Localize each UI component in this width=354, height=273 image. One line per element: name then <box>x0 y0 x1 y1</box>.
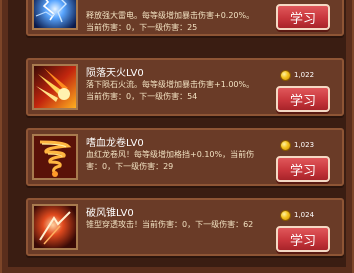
blood-tornado-icon <box>32 134 78 180</box>
cost-display: 1,022 <box>280 68 314 82</box>
learn-button[interactable]: 学习 <box>276 226 330 252</box>
skill-title: 嗜血龙卷LV0 <box>86 138 144 149</box>
lightning-icon <box>32 0 78 30</box>
skill-card-wind-cone: 破风锥LV0 锥型穿透攻击！当前伤害：0，下一级伤害：62 1,024 学习 <box>26 198 344 256</box>
skill-description: 锥型穿透攻击！当前伤害：0，下一级伤害：62 <box>86 220 254 229</box>
skill-list[interactable]: 释放强大雷电。每等级增加暴击伤害+0.20%。当前伤害：0，下一级伤害：25 学… <box>16 0 354 267</box>
cost-display: 1,024 <box>280 208 314 222</box>
skill-description: 释放强大雷电。每等级增加暴击伤害+0.20%。当前伤害：0，下一级伤害：25 <box>86 11 255 32</box>
learn-button[interactable]: 学习 <box>276 4 330 30</box>
skill-title: 破风锥LV0 <box>86 208 134 219</box>
skill-panel-frame: 释放强大雷电。每等级增加暴击伤害+0.20%。当前伤害：0，下一级伤害：25 学… <box>0 0 354 273</box>
wind-cone-icon <box>32 204 78 250</box>
learn-button[interactable]: 学习 <box>276 156 330 182</box>
cost-value: 1,023 <box>294 141 315 149</box>
gold-coin-icon <box>280 69 291 81</box>
gold-coin-icon <box>280 139 291 151</box>
skill-description: 落下陨石火流。每等级增加暴击伤害+1.00%。当前伤害：0，下一级伤害：54 <box>86 80 255 101</box>
skill-card-lightning: 释放强大雷电。每等级增加暴击伤害+0.20%。当前伤害：0，下一级伤害：25 学… <box>26 0 344 36</box>
fire-meteor-icon <box>32 64 78 110</box>
skill-title: 陨落天火LV0 <box>86 68 144 79</box>
skill-card-blood-tornado: 嗜血龙卷LV0 血红龙卷风！每等级增加格挡+0.10%，当前伤害：0，下一级伤害… <box>26 128 344 186</box>
skill-card-fire-meteor: 陨落天火LV0 落下陨石火流。每等级增加暴击伤害+1.00%。当前伤害：0，下一… <box>26 58 344 116</box>
cost-value: 1,022 <box>294 71 315 79</box>
skill-description: 血红龙卷风！每等级增加格挡+0.10%，当前伤害：0，下一级伤害：29 <box>86 150 255 171</box>
cost-value: 1,024 <box>294 211 315 219</box>
gold-coin-icon <box>280 209 291 221</box>
learn-button[interactable]: 学习 <box>276 86 330 112</box>
cost-display: 1,023 <box>280 138 314 152</box>
